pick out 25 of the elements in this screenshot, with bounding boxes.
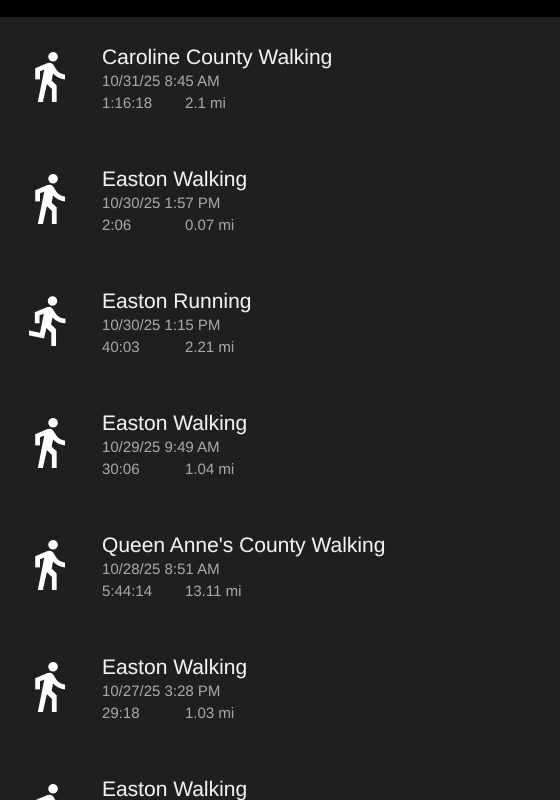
activity-distance: 2.21 mi: [185, 338, 234, 358]
activity-title[interactable]: Easton Walking: [102, 777, 248, 800]
activity-distance: 1.03 mi: [185, 704, 234, 724]
activity-date: 10/27/25 3:28 PM: [102, 682, 222, 702]
activity-duration: 5:44:14: [102, 582, 154, 602]
activity-distance: 1.04 mi: [185, 460, 234, 480]
activity-title[interactable]: Easton Walking: [102, 167, 248, 193]
activity-duration: 40:03: [102, 338, 141, 358]
activity-date: 10/30/25 1:15 PM: [102, 316, 222, 336]
activity-title[interactable]: Easton Walking: [102, 655, 248, 681]
activity-title[interactable]: Queen Anne's County Walking: [102, 533, 386, 559]
activity-date: 10/30/25 1:57 PM: [102, 194, 222, 214]
activity-title[interactable]: Caroline County Walking: [102, 45, 332, 71]
activity-distance: 13.11 mi: [185, 582, 242, 602]
activity-title[interactable]: Easton Walking: [102, 411, 248, 437]
activity-distance: 0.07 mi: [185, 216, 234, 236]
activity-duration: 1:16:18: [102, 94, 154, 114]
activity-duration: 30:06: [102, 460, 141, 480]
activity-date: 10/31/25 8:45 AM: [102, 72, 221, 92]
activity-distance: 2.1 mi: [185, 94, 226, 114]
activity-date: 10/28/25 8:51 AM: [102, 560, 221, 580]
activity-duration: 2:06: [102, 216, 132, 236]
activity-title[interactable]: Easton Running: [102, 289, 252, 315]
activity-date: 10/29/25 9:49 AM: [102, 438, 221, 458]
activity-duration: 29:18: [102, 704, 141, 724]
